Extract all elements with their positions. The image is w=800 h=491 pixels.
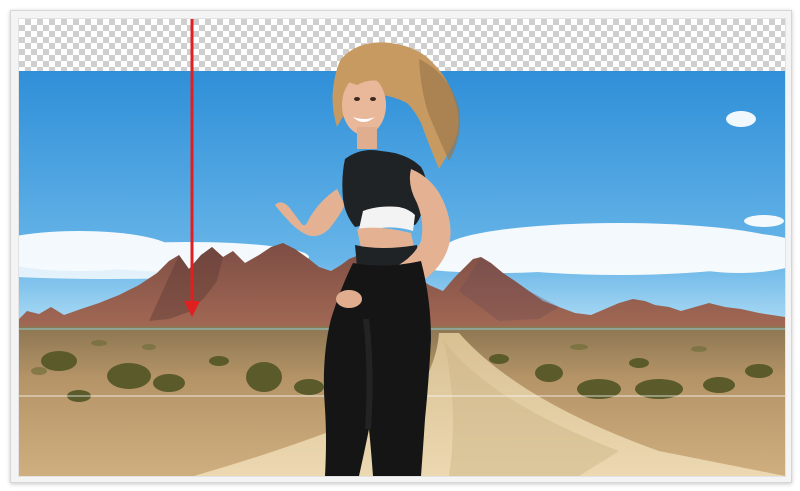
image-canvas[interactable] [18,18,786,477]
image-frame [10,10,792,483]
arrow-head [184,301,200,317]
red-arrow-annotation [184,19,200,317]
